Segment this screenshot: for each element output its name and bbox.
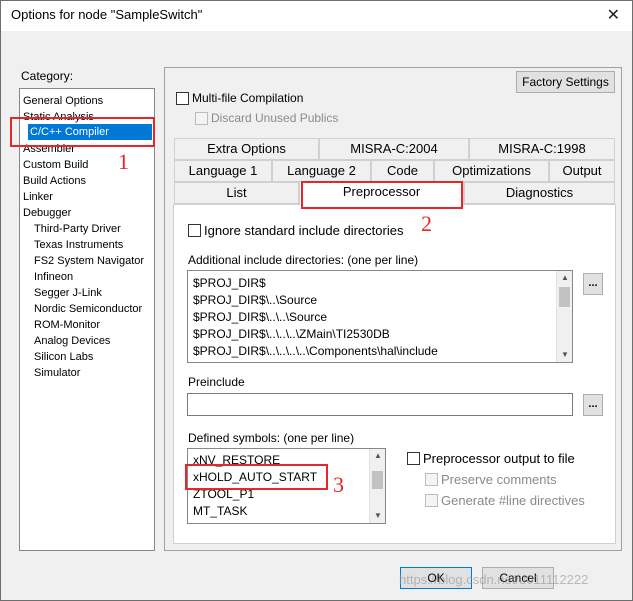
- tab-extra-options[interactable]: Extra Options: [174, 138, 319, 160]
- tab-language-2[interactable]: Language 2: [272, 160, 371, 182]
- annotation-number-2: 2: [421, 211, 432, 236]
- tab-diagnostics[interactable]: Diagnostics: [464, 182, 615, 204]
- category-item-analog-devices[interactable]: Analog Devices: [20, 333, 154, 349]
- include-dir-line: $PROJ_DIR$: [193, 276, 266, 290]
- category-item-fs2-system-navigator[interactable]: FS2 System Navigator: [20, 253, 154, 269]
- generate-line-checkbox[interactable]: [425, 494, 438, 507]
- category-item-simulator[interactable]: Simulator: [20, 365, 154, 381]
- scroll-up-icon[interactable]: ▲: [557, 271, 572, 285]
- scroll-down-icon[interactable]: ▼: [370, 509, 385, 523]
- include-dirs-browse-button[interactable]: ...: [583, 273, 603, 295]
- annotation-box-compiler: [10, 117, 155, 147]
- factory-settings-button[interactable]: Factory Settings: [516, 71, 615, 93]
- preprocessor-output-checkbox[interactable]: [407, 452, 420, 465]
- annotation-box-preprocessor: [301, 181, 463, 209]
- annotation-box-defined-symbol: [185, 464, 328, 490]
- category-item-custom-build[interactable]: Custom Build: [20, 157, 154, 173]
- preprocessor-output-label: Preprocessor output to file: [423, 451, 575, 466]
- include-dir-line: $PROJ_DIR$\..\Source: [193, 293, 318, 307]
- generate-line-label: Generate #line directives: [441, 493, 585, 508]
- close-icon[interactable]: ✕: [607, 5, 620, 25]
- multi-file-label: Multi-file Compilation: [192, 91, 304, 105]
- title-bar: Options for node "SampleSwitch" ✕: [1, 1, 632, 31]
- tab-language-1[interactable]: Language 1: [174, 160, 272, 182]
- category-list: General Options Static Analysis C/C++ Co…: [19, 88, 155, 551]
- scroll-up-icon[interactable]: ▲: [370, 449, 385, 463]
- multi-file-checkbox[interactable]: [176, 92, 189, 105]
- ignore-std-dirs-label: Ignore standard include directories: [204, 223, 404, 238]
- preserve-comments-checkbox[interactable]: [425, 473, 438, 486]
- include-dirs-label: Additional include directories: (one per…: [188, 253, 419, 267]
- tab-code[interactable]: Code: [371, 160, 434, 182]
- include-dirs-scrollbar[interactable]: ▲ ▼: [556, 271, 572, 362]
- preinclude-label: Preinclude: [188, 375, 245, 389]
- discard-publics-label: Discard Unused Publics: [211, 111, 339, 125]
- defined-symbols-label: Defined symbols: (one per line): [188, 431, 355, 445]
- window-title: Options for node "SampleSwitch": [11, 7, 203, 22]
- category-item-general-options[interactable]: General Options: [20, 93, 154, 109]
- tab-misra-1998[interactable]: MISRA-C:1998: [469, 138, 615, 160]
- tab-output[interactable]: Output: [549, 160, 615, 182]
- include-dir-line: $PROJ_DIR$\..\..\Source: [193, 310, 328, 324]
- category-item-debugger[interactable]: Debugger: [20, 205, 154, 221]
- tab-optimizations[interactable]: Optimizations: [434, 160, 549, 182]
- annotation-number-1: 1: [118, 149, 129, 174]
- annotation-number-3: 3: [333, 472, 344, 497]
- category-item-build-actions[interactable]: Build Actions: [20, 173, 154, 189]
- tab-misra-2004[interactable]: MISRA-C:2004: [319, 138, 469, 160]
- category-item-infineon[interactable]: Infineon: [20, 269, 154, 285]
- preinclude-input[interactable]: [187, 393, 573, 416]
- include-dir-line: $PROJ_DIR$\..\..\..\..\Components\hal\in…: [193, 344, 438, 358]
- preinclude-browse-button[interactable]: ...: [583, 394, 603, 416]
- ignore-std-dirs-checkbox[interactable]: [188, 224, 201, 237]
- include-dirs-textarea[interactable]: $PROJ_DIR$ $PROJ_DIR$\..\Source $PROJ_DI…: [187, 270, 573, 363]
- category-label: Category:: [21, 69, 74, 83]
- category-item-third-party-driver[interactable]: Third-Party Driver: [20, 221, 154, 237]
- discard-publics-checkbox[interactable]: [195, 112, 208, 125]
- category-item-segger-jlink[interactable]: Segger J-Link: [20, 285, 154, 301]
- include-dir-line: $PROJ_DIR$\..\..\..\ZMain\TI2530DB: [193, 327, 390, 341]
- defined-symbols-scrollbar[interactable]: ▲ ▼: [369, 449, 385, 523]
- preserve-comments-label: Preserve comments: [441, 472, 557, 487]
- tab-list[interactable]: List: [174, 182, 299, 204]
- scroll-down-icon[interactable]: ▼: [557, 348, 572, 362]
- defined-symbol-line: MT_TASK: [193, 504, 248, 518]
- scrollbar-thumb[interactable]: [372, 471, 383, 489]
- category-item-linker[interactable]: Linker: [20, 189, 154, 205]
- category-item-silicon-labs[interactable]: Silicon Labs: [20, 349, 154, 365]
- category-item-nordic-semiconductor[interactable]: Nordic Semiconductor: [20, 301, 154, 317]
- category-item-texas-instruments[interactable]: Texas Instruments: [20, 237, 154, 253]
- category-item-rom-monitor[interactable]: ROM-Monitor: [20, 317, 154, 333]
- scrollbar-thumb[interactable]: [559, 287, 570, 307]
- watermark: https://blog.csdn.net/u011112222: [399, 572, 589, 587]
- options-dialog: Options for node "SampleSwitch" ✕ Catego…: [0, 0, 633, 601]
